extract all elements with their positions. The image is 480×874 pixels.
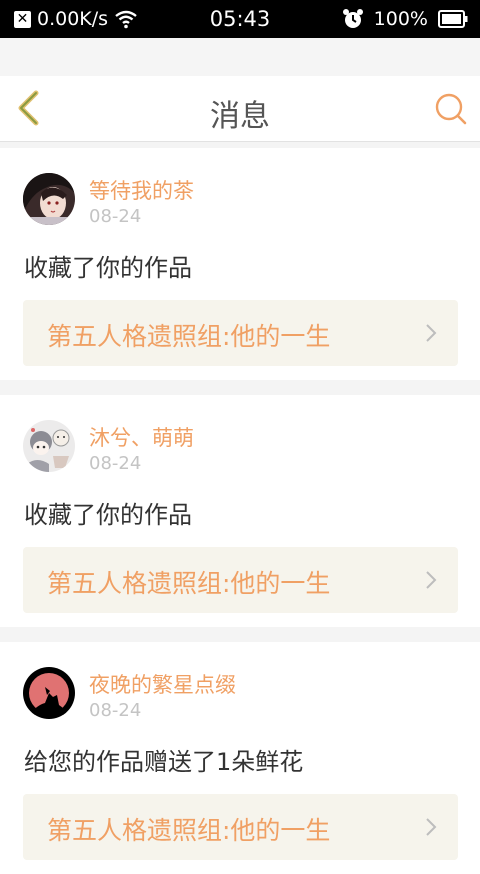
message-text: 给您的作品赠送了1朵鲜花 <box>24 748 304 776</box>
chevron-right-icon <box>426 324 437 342</box>
battery-percent: 100% <box>373 8 428 30</box>
search-icon <box>435 93 467 125</box>
work-link[interactable]: 第五人格遗照组:他的一生 <box>23 547 458 613</box>
message-date: 08-24 <box>89 206 142 227</box>
alarm-icon <box>342 8 364 30</box>
search-button[interactable] <box>434 92 468 126</box>
avatar[interactable] <box>23 173 75 225</box>
work-title: 第五人格遗照组:他的一生 <box>47 816 331 845</box>
message-text: 收藏了你的作品 <box>24 254 192 282</box>
message-card[interactable]: 沐兮、萌萌 08-24 收藏了你的作品 第五人格遗照组:他的一生 <box>0 395 480 627</box>
status-right: 100% <box>342 8 468 30</box>
top-spacer <box>0 38 480 76</box>
message-text: 收藏了你的作品 <box>24 501 192 529</box>
avatar[interactable] <box>23 667 75 719</box>
avatar[interactable] <box>23 420 75 472</box>
chevron-right-icon <box>426 818 437 836</box>
message-card[interactable]: 夜晚的繁星点缀 08-24 给您的作品赠送了1朵鲜花 第五人格遗照组:他的一生 <box>0 642 480 874</box>
work-link[interactable]: 第五人格遗照组:他的一生 <box>23 794 458 860</box>
message-date: 08-24 <box>89 700 142 721</box>
nav-bar: 消息 <box>0 76 480 142</box>
user-name[interactable]: 等待我的茶 <box>89 175 194 205</box>
user-name[interactable]: 夜晚的繁星点缀 <box>89 669 236 699</box>
chevron-right-icon <box>426 571 437 589</box>
battery-icon <box>438 10 468 28</box>
work-title: 第五人格遗照组:他的一生 <box>47 322 331 351</box>
work-link[interactable]: 第五人格遗照组:他的一生 <box>23 300 458 366</box>
message-date: 08-24 <box>89 453 142 474</box>
page-title: 消息 <box>210 99 270 134</box>
message-card[interactable]: 等待我的茶 08-24 收藏了你的作品 第五人格遗照组:他的一生 <box>0 148 480 380</box>
work-title: 第五人格遗照组:他的一生 <box>47 569 331 598</box>
user-name[interactable]: 沐兮、萌萌 <box>89 422 194 452</box>
status-bar: ✕ 0.00K/s 05:43 100% <box>0 0 480 38</box>
